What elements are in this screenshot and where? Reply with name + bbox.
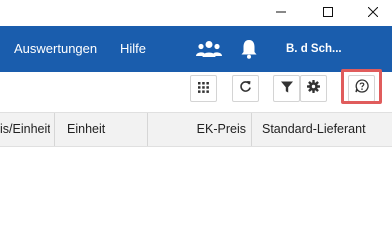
settings-button[interactable]	[300, 75, 327, 102]
column-header-ek-preis[interactable]: EK-Preis	[150, 113, 246, 146]
table-header: is/Einheit Einheit EK-Preis Standard-Lie…	[0, 112, 392, 147]
window-titlebar	[0, 0, 392, 26]
minimize-icon	[275, 4, 286, 22]
close-icon	[367, 4, 378, 22]
user-name[interactable]: B. d Sch...	[286, 26, 342, 72]
minimize-button[interactable]	[258, 0, 303, 26]
menu-bar: Auswertungen Hilfe B. d Sch...	[0, 26, 392, 72]
menu-item-auswertungen[interactable]: Auswertungen	[14, 26, 97, 72]
grid-icon	[198, 80, 209, 98]
column-separator	[147, 113, 148, 146]
column-header-preis-einheit[interactable]: is/Einheit	[0, 113, 50, 146]
column-header-standard-lieferant[interactable]: Standard-Lieferant	[262, 113, 392, 146]
maximize-icon	[322, 4, 333, 22]
filter-icon	[280, 80, 293, 98]
maximize-button[interactable]	[305, 0, 350, 26]
gear-icon	[307, 79, 320, 98]
filter-button[interactable]	[273, 75, 300, 102]
column-header-einheit[interactable]: Einheit	[67, 113, 147, 146]
close-button[interactable]	[350, 0, 392, 26]
help-button-highlight	[341, 69, 382, 104]
table-body	[0, 147, 392, 205]
users-icon[interactable]	[196, 26, 222, 72]
column-separator	[251, 113, 252, 146]
refresh-icon	[239, 80, 252, 98]
column-separator	[54, 113, 55, 146]
grid-menu-button[interactable]	[190, 75, 217, 102]
menu-item-hilfe[interactable]: Hilfe	[120, 26, 146, 72]
bell-icon[interactable]	[240, 26, 258, 72]
refresh-button[interactable]	[232, 75, 259, 102]
